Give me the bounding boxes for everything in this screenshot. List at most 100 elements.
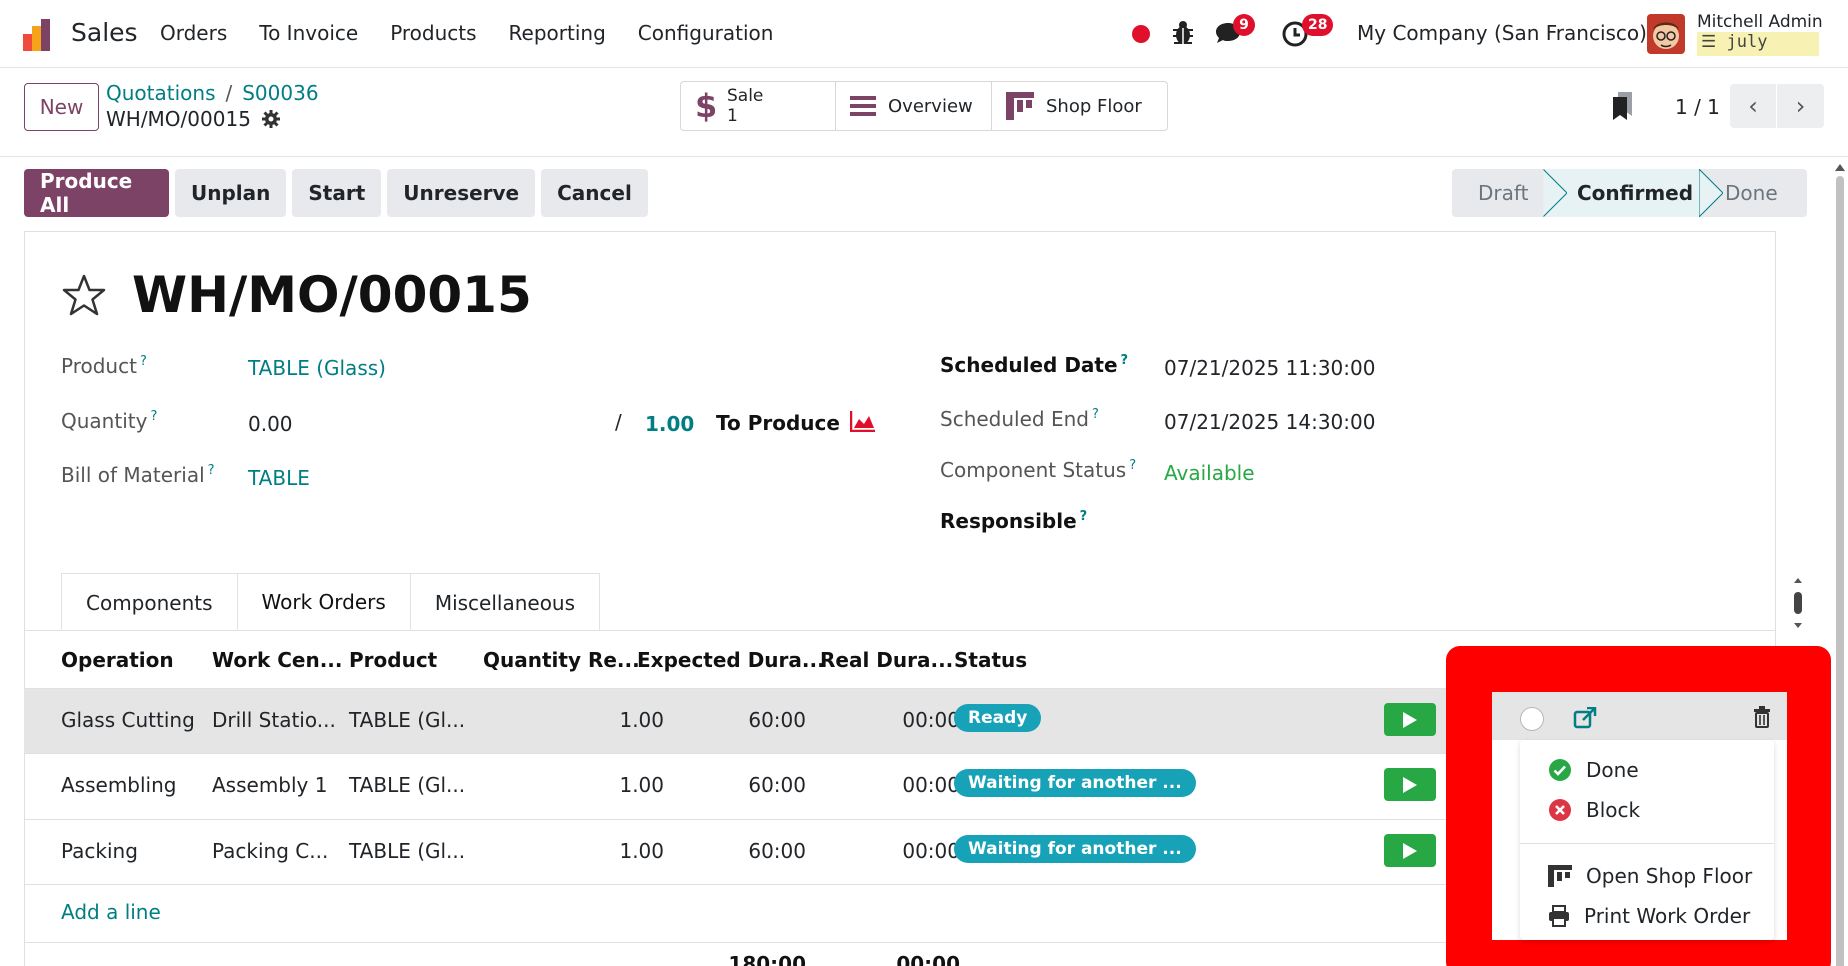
record-name-row: WH/MO/00015 (106, 107, 281, 131)
table-row[interactable]: Assembling Assembly 1 TABLE (Gl... 1.00 … (24, 753, 1455, 818)
start-workorder-button[interactable] (1384, 703, 1436, 736)
quantity-target[interactable]: 1.00 (645, 412, 694, 436)
x-circle-icon (1549, 799, 1571, 821)
trash-icon[interactable] (1753, 706, 1771, 728)
row-select-radio[interactable] (1520, 707, 1544, 731)
work-center-cell: Packing C... (212, 839, 329, 863)
app-name[interactable]: Sales (71, 18, 138, 47)
menu-reporting[interactable]: Reporting (509, 21, 606, 45)
page-scrollbar-thumb[interactable] (1836, 176, 1844, 966)
expected-duration-cell: 60:00 (748, 773, 806, 797)
status-bar: Draft Confirmed Done (1452, 169, 1807, 217)
unreserve-button[interactable]: Unreserve (387, 169, 536, 217)
breadcrumb-quotations[interactable]: Quotations (106, 81, 215, 105)
add-line-link[interactable]: Add a line (61, 900, 161, 924)
messages-count-badge: 9 (1233, 14, 1255, 36)
recording-indicator-icon[interactable] (1132, 25, 1150, 43)
scheduled-end-label: Scheduled End? (940, 407, 1099, 431)
database-name: ☰ july (1697, 32, 1819, 56)
to-produce-label: To Produce (716, 411, 840, 435)
tab-miscellaneous[interactable]: Miscellaneous (409, 573, 601, 631)
responsible-field[interactable] (1164, 509, 1364, 535)
debug-bug-icon[interactable] (1172, 20, 1194, 46)
real-duration-cell: 00:00 (902, 773, 960, 797)
dropdown-item-done[interactable]: Done (1548, 758, 1639, 782)
dropdown-item-print-work-order[interactable]: Print Work Order (1548, 904, 1750, 928)
operation-cell: Glass Cutting (61, 708, 195, 732)
stage-draft[interactable]: Draft (1452, 169, 1543, 217)
menu-to-invoice[interactable]: To Invoice (259, 21, 358, 45)
check-circle-icon (1549, 759, 1571, 781)
bom-value[interactable]: TABLE (248, 466, 310, 490)
menu-configuration[interactable]: Configuration (638, 21, 774, 45)
new-button[interactable]: New (24, 83, 99, 131)
pager-previous-button[interactable]: ‹ (1730, 84, 1777, 128)
record-name: WH/MO/00015 (106, 107, 251, 131)
real-duration-cell: 00:00 (902, 708, 960, 732)
col-status[interactable]: Status (954, 648, 1027, 672)
col-expected-duration[interactable]: Expected Dura... (637, 648, 825, 672)
table-row[interactable]: Glass Cutting Drill Statio... TABLE (Gl.… (24, 688, 1455, 753)
expected-duration-cell: 60:00 (748, 708, 806, 732)
sale-smart-button[interactable]: $ Sale 1 (681, 82, 836, 130)
scheduled-date-value[interactable]: 07/21/2025 11:30:00 (1164, 356, 1375, 380)
activities-count-badge: 28 (1302, 14, 1334, 36)
company-switcher[interactable]: My Company (San Francisco) (1357, 21, 1647, 45)
play-icon (1403, 776, 1417, 793)
dropdown-item-open-shop-floor[interactable]: Open Shop Floor (1548, 864, 1752, 888)
total-expected-duration: 180:00 (728, 952, 806, 966)
col-work-center[interactable]: Work Cen... (212, 648, 343, 672)
col-operation[interactable]: Operation (61, 648, 174, 672)
quantity-separator: / (615, 410, 622, 434)
scroll-up-arrow-icon[interactable] (1834, 162, 1846, 172)
gear-icon[interactable] (261, 109, 281, 129)
table-row[interactable]: Packing Packing C... TABLE (Gl... 1.00 6… (24, 819, 1455, 884)
produce-all-button[interactable]: Produce All (24, 169, 169, 217)
start-button[interactable]: Start (292, 169, 382, 217)
start-workorder-button[interactable] (1384, 834, 1436, 867)
operation-cell: Assembling (61, 773, 177, 797)
forecast-area-chart-icon[interactable] (850, 410, 876, 432)
sales-app-icon[interactable] (22, 18, 56, 52)
scheduled-end-value[interactable]: 07/21/2025 14:30:00 (1164, 410, 1375, 434)
external-link-icon[interactable] (1573, 707, 1597, 729)
star-icon[interactable] (61, 273, 107, 319)
product-value[interactable]: TABLE (Glass) (248, 356, 386, 380)
tab-components[interactable]: Components (61, 573, 238, 631)
dropdown-item-block[interactable]: Block (1548, 798, 1640, 822)
menu-products[interactable]: Products (390, 21, 476, 45)
sale-label: Sale (727, 86, 764, 106)
status-badge: Waiting for another ... (954, 835, 1196, 863)
tab-scrollbar[interactable] (1791, 578, 1805, 628)
work-center-cell: Assembly 1 (212, 773, 328, 797)
component-status-label: Component Status? (940, 458, 1137, 482)
user-name[interactable]: Mitchell Admin (1697, 12, 1823, 32)
table-footer-divider (24, 942, 1455, 943)
expected-duration-cell: 60:00 (748, 839, 806, 863)
bookmark-stack-icon[interactable] (1612, 92, 1634, 120)
col-product[interactable]: Product (349, 648, 437, 672)
header-divider (0, 156, 1848, 157)
tab-work-orders[interactable]: Work Orders (236, 573, 411, 631)
breadcrumb-s00036[interactable]: S00036 (242, 81, 318, 105)
shop-floor-smart-button[interactable]: Shop Floor (992, 82, 1167, 130)
quantity-cell: 1.00 (619, 773, 664, 797)
breadcrumb-separator: / (225, 81, 233, 105)
overview-smart-button[interactable]: Overview (836, 82, 992, 130)
start-workorder-button[interactable] (1384, 768, 1436, 801)
quantity-input[interactable]: 0.00 (248, 412, 293, 436)
unplan-button[interactable]: Unplan (175, 169, 287, 217)
user-avatar[interactable] (1647, 14, 1685, 54)
menu-orders[interactable]: Orders (160, 21, 227, 45)
col-quantity-remaining[interactable]: Quantity Re... (483, 648, 640, 672)
pager-value[interactable]: 1 / 1 (1675, 95, 1720, 119)
cancel-button[interactable]: Cancel (541, 169, 648, 217)
total-real-duration: 00:00 (896, 952, 960, 966)
shop-floor-icon (1548, 865, 1572, 887)
col-real-duration[interactable]: Real Dura... (820, 648, 953, 672)
pager-next-button[interactable]: › (1777, 84, 1824, 128)
quantity-cell: 1.00 (619, 708, 664, 732)
product-label: Product? (61, 354, 147, 378)
dropdown-divider (1520, 843, 1774, 844)
breadcrumb: Quotations / S00036 (106, 81, 319, 105)
